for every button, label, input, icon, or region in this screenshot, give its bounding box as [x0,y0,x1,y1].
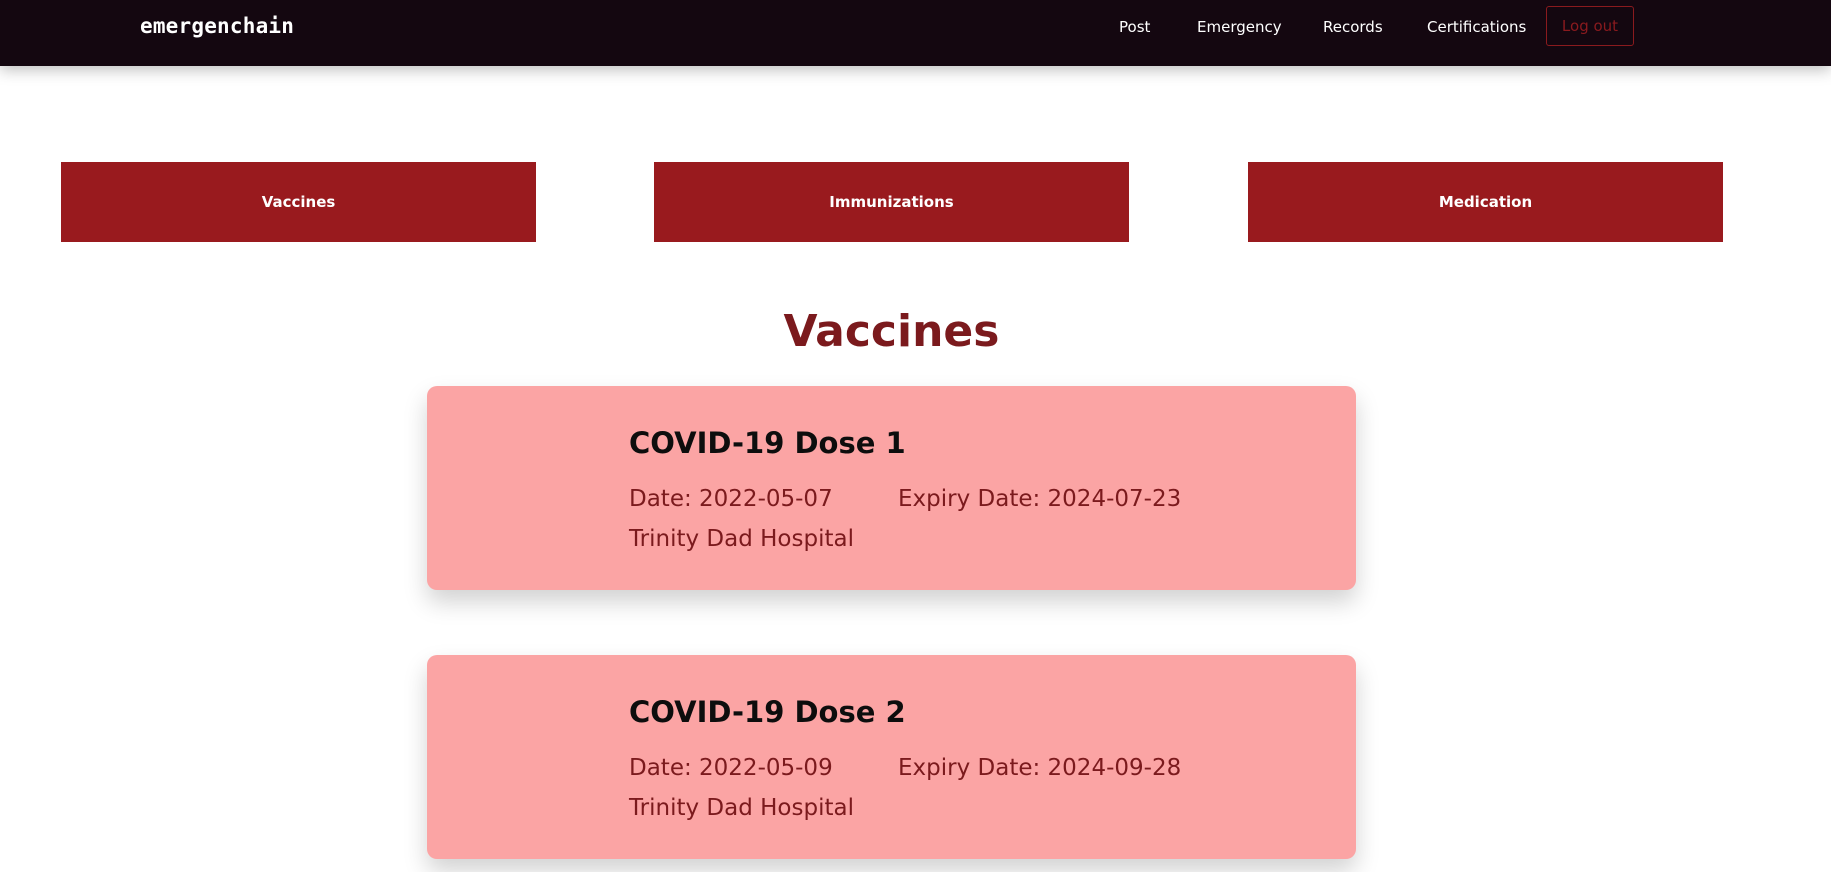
logout-button[interactable]: Log out [1546,6,1634,46]
tab-immunizations[interactable]: Immunizations [654,162,1129,242]
vaccine-date: Date: 2022-05-07 [629,486,833,512]
nav-link-post[interactable]: Post [1119,18,1150,36]
vaccine-card: COVID-19 Dose 2 Date: 2022-05-09 Expiry … [427,655,1356,859]
vaccine-name: COVID-19 Dose 2 [629,695,906,729]
vaccine-hospital: Trinity Dad Hospital [629,526,854,552]
vaccine-expiry-date: Expiry Date: 2024-09-28 [898,755,1182,781]
brand-logo[interactable]: emergenchain [140,14,294,38]
vaccine-card: COVID-19 Dose 1 Date: 2022-05-07 Expiry … [427,386,1356,590]
vaccine-date: Date: 2022-05-09 [629,755,833,781]
top-navbar: emergenchain Post Emergency Records Cert… [0,0,1831,66]
vaccine-hospital: Trinity Dad Hospital [629,795,854,821]
nav-link-records[interactable]: Records [1323,18,1383,36]
vaccine-name: COVID-19 Dose 1 [629,426,906,460]
nav-link-certifications[interactable]: Certifications [1427,18,1526,36]
tab-medication[interactable]: Medication [1248,162,1723,242]
section-title: Vaccines [783,306,1000,357]
nav-link-emergency[interactable]: Emergency [1197,18,1282,36]
vaccine-expiry-date: Expiry Date: 2024-07-23 [898,486,1182,512]
tab-vaccines[interactable]: Vaccines [61,162,536,242]
